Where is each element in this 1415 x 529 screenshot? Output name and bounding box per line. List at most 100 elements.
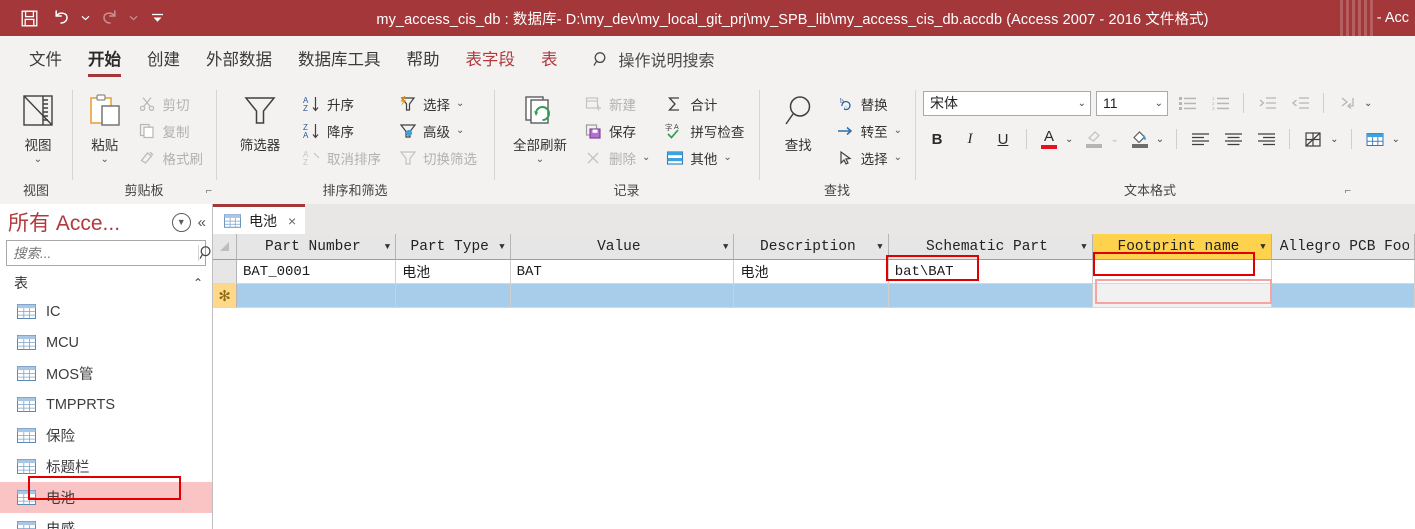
cell-value[interactable]: BAT	[511, 260, 735, 284]
refresh-all-button[interactable]: 全部刷新 ⌄	[502, 88, 578, 165]
column-header-value[interactable]: Value ▼	[511, 234, 735, 260]
chevron-down-icon[interactable]: ⌄	[1389, 134, 1403, 145]
find-button[interactable]: 查找	[767, 88, 830, 154]
tab-file[interactable]: 文件	[16, 42, 75, 76]
align-right-button[interactable]	[1252, 126, 1280, 152]
italic-button[interactable]: I	[956, 126, 984, 152]
font-color-button[interactable]: A	[1036, 126, 1062, 152]
column-header-footprint-name[interactable]: Footprint name ▼	[1093, 234, 1272, 260]
nav-item-tmpprts[interactable]: TMPPRTS	[0, 389, 212, 420]
tab-table[interactable]: 表	[528, 42, 571, 76]
text-format-dialog-launcher-icon[interactable]: ⌐	[1345, 180, 1351, 202]
paste-button[interactable]: 粘贴 ⌄	[82, 88, 128, 165]
cell-footprint-name[interactable]	[1093, 260, 1272, 284]
nav-item-baoxian[interactable]: 保险	[0, 420, 212, 451]
spelling-button[interactable]: 字 A 拼写检查	[659, 117, 749, 144]
search-input[interactable]	[7, 241, 198, 265]
column-header-description[interactable]: Description ▼	[734, 234, 888, 260]
view-button[interactable]: 视图 ⌄	[12, 88, 64, 165]
font-family-combo[interactable]: 宋体 ⌄	[923, 91, 1091, 116]
column-header-part-number[interactable]: Part Number ▼	[237, 234, 396, 260]
sort-ascending-button[interactable]: AZ 升序	[296, 90, 386, 117]
cell-part-number[interactable]	[237, 284, 396, 308]
nav-item-mcu[interactable]: MCU	[0, 327, 212, 358]
replace-button[interactable]: b c 替换	[830, 90, 907, 117]
nav-item-biaotilan[interactable]: 标题栏	[0, 451, 212, 482]
selection-caret-icon[interactable]: ⌄	[456, 98, 464, 109]
cell-part-type[interactable]: 电池	[396, 260, 510, 284]
advanced-button[interactable]: 高级 ⌄	[392, 117, 482, 144]
chevron-down-icon[interactable]: ⌄	[1153, 134, 1167, 145]
chevron-up-icon[interactable]: ⌃	[193, 276, 203, 290]
font-size-combo[interactable]: 11 ⌄	[1096, 91, 1168, 116]
gridlines-split[interactable]: ⌄	[1361, 126, 1403, 152]
gridlines-button[interactable]	[1361, 126, 1389, 152]
column-header-part-type[interactable]: Part Type ▼	[396, 234, 510, 260]
chevron-down-icon[interactable]: ▼	[1077, 242, 1086, 252]
underline-button[interactable]: U	[989, 126, 1017, 152]
chevron-down-icon[interactable]: ⌄	[1149, 98, 1163, 109]
filter-button[interactable]: 筛选器	[224, 88, 296, 154]
chevron-down-icon[interactable]: ⌄	[1062, 134, 1076, 145]
view-caret-icon[interactable]: ⌄	[34, 154, 42, 165]
chevron-down-icon[interactable]: ⌄	[1327, 134, 1341, 145]
nav-item-dianchi[interactable]: 电池	[0, 482, 212, 513]
tell-me-search[interactable]: 操作说明搜索	[593, 47, 715, 71]
bold-button[interactable]: B	[923, 126, 951, 152]
chevron-down-icon[interactable]: ▼	[719, 242, 728, 252]
cell-part-type[interactable]	[396, 284, 510, 308]
tab-table-fields[interactable]: 表字段	[453, 42, 529, 76]
select-all-corner[interactable]	[213, 234, 237, 260]
more-caret-icon[interactable]: ⌄	[723, 152, 731, 163]
text-direction-split[interactable]: ⌄	[1333, 90, 1375, 116]
goto-caret-icon[interactable]: ⌄	[894, 125, 902, 136]
chevron-down-icon[interactable]: ⌄	[1072, 98, 1086, 109]
navigation-pane-menu-icon[interactable]: ▼	[172, 213, 191, 232]
new-record-marker[interactable]: ✻	[213, 284, 237, 308]
cell-value[interactable]	[511, 284, 735, 308]
row-selector[interactable]	[213, 260, 237, 284]
close-icon[interactable]: ×	[285, 213, 296, 229]
navigation-section-tables[interactable]: 表 ⌃	[0, 270, 212, 296]
save-record-button[interactable]: 保存	[578, 117, 655, 144]
tab-external-data[interactable]: 外部数据	[193, 42, 285, 76]
totals-button[interactable]: 合计	[659, 90, 749, 117]
cell-schematic-part[interactable]: bat\BAT	[889, 260, 1093, 284]
select-button[interactable]: 选择 ⌄	[830, 144, 907, 171]
column-header-schematic-part[interactable]: Schematic Part ▼	[889, 234, 1093, 260]
undo-icon[interactable]	[46, 4, 76, 32]
nav-item-ic[interactable]: IC	[0, 296, 212, 327]
fill-color-split[interactable]: ⌄	[1127, 126, 1167, 152]
cell-part-number[interactable]: BAT_0001	[237, 260, 396, 284]
undo-dropdown-caret-icon[interactable]	[78, 4, 92, 32]
alternate-row-color-button[interactable]	[1299, 126, 1327, 152]
align-center-button[interactable]	[1219, 126, 1247, 152]
document-tab-dianchi[interactable]: 电池 ×	[213, 204, 305, 234]
new-record-row[interactable]: ✻	[213, 284, 1415, 308]
nav-item-mos[interactable]: MOS管	[0, 358, 212, 389]
cell-allegro-pcb-footprint[interactable]	[1272, 284, 1415, 308]
nav-item-dian'gan[interactable]: 电感	[0, 513, 212, 529]
paste-caret-icon[interactable]: ⌄	[101, 154, 109, 165]
font-color-split[interactable]: A ⌄	[1036, 126, 1076, 152]
refresh-all-caret-icon[interactable]: ⌄	[536, 154, 544, 165]
advanced-caret-icon[interactable]: ⌄	[456, 125, 464, 136]
save-icon[interactable]	[14, 4, 44, 32]
collapse-navigation-pane-icon[interactable]: «	[191, 214, 206, 231]
chevron-down-icon[interactable]: ⌄	[1361, 98, 1375, 109]
chevron-down-icon[interactable]: ▼	[873, 242, 882, 252]
delete-record-caret-icon[interactable]: ⌄	[642, 152, 650, 163]
sort-descending-button[interactable]: ZA 降序	[296, 117, 386, 144]
cell-description[interactable]: 电池	[734, 260, 888, 284]
column-header-allegro-pcb-footprint[interactable]: Allegro PCB Foot	[1272, 234, 1415, 260]
chevron-down-icon[interactable]: ▼	[1256, 242, 1265, 252]
chevron-down-icon[interactable]: ▼	[381, 242, 390, 252]
alternate-row-color-split[interactable]: ⌄	[1299, 126, 1341, 152]
tab-help[interactable]: 帮助	[394, 42, 453, 76]
table-row[interactable]: BAT_0001 电池 BAT 电池 bat\BAT	[213, 260, 1415, 284]
select-caret-icon[interactable]: ⌄	[894, 152, 902, 163]
cell-schematic-part[interactable]	[889, 284, 1093, 308]
cell-footprint-name[interactable]	[1093, 284, 1272, 308]
goto-button[interactable]: 转至 ⌄	[830, 117, 907, 144]
tab-home[interactable]: 开始	[75, 42, 134, 76]
